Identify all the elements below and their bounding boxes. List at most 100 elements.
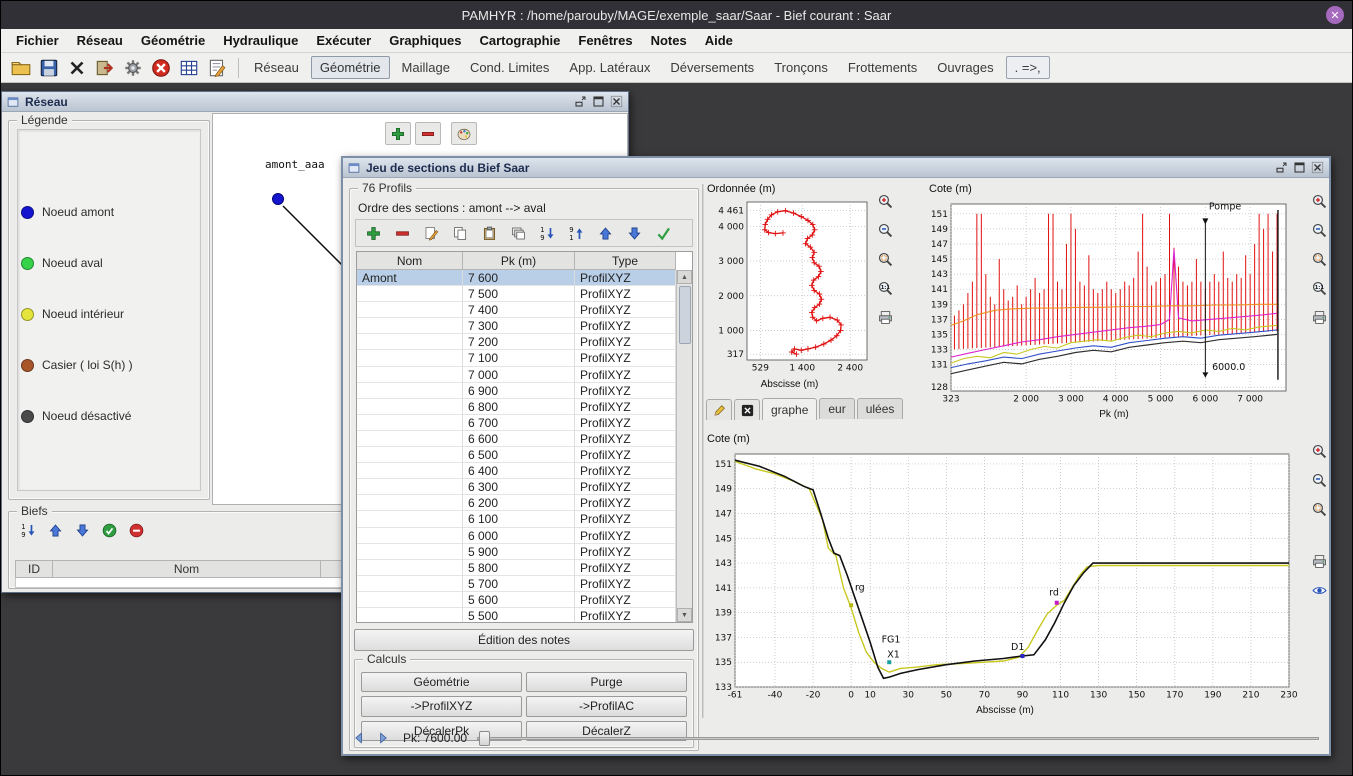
maximize-icon[interactable]: [1292, 160, 1307, 175]
sort-descending-button[interactable]: 19: [534, 221, 560, 245]
move-up-button[interactable]: [44, 520, 66, 540]
toolbar-button[interactable]: Maillage: [394, 57, 458, 78]
menu-item[interactable]: Fenêtres: [569, 31, 641, 50]
menu-item[interactable]: Fichier: [7, 31, 68, 50]
table-row[interactable]: 6 300ProfilXYZ: [357, 479, 676, 495]
table-row[interactable]: 7 200ProfilXYZ: [357, 334, 676, 350]
upstream-node[interactable]: [272, 193, 284, 205]
calc-button[interactable]: Géométrie: [361, 672, 522, 692]
duplicate-button[interactable]: [505, 221, 531, 245]
plot-tab[interactable]: graphe: [762, 398, 817, 420]
column-header[interactable]: Nom: [357, 252, 463, 270]
slider-thumb[interactable]: [479, 731, 490, 746]
toolbar-button[interactable]: App. Latéraux: [561, 57, 658, 78]
table-row[interactable]: 6 700ProfilXYZ: [357, 415, 676, 431]
calc-button[interactable]: ->ProfilXYZ: [361, 696, 522, 716]
table-row[interactable]: 6 900ProfilXYZ: [357, 383, 676, 399]
table-row[interactable]: 6 800ProfilXYZ: [357, 399, 676, 415]
sort-biefs-button[interactable]: 19: [17, 520, 39, 540]
toolbar-button[interactable]: Frottements: [840, 57, 925, 78]
toolbar-button[interactable]: Ouvrages: [929, 57, 1001, 78]
table-row[interactable]: 5 500ProfilXYZ: [357, 608, 676, 622]
table-row[interactable]: 6 100ProfilXYZ: [357, 511, 676, 527]
close-project-icon[interactable]: [66, 57, 88, 79]
move-down-button[interactable]: [621, 221, 647, 245]
paste-button[interactable]: [476, 221, 502, 245]
table-row[interactable]: 7 000ProfilXYZ: [357, 367, 676, 383]
palette-button[interactable]: [451, 122, 477, 145]
save-icon[interactable]: [38, 57, 60, 79]
calc-button[interactable]: Purge: [526, 672, 687, 692]
add-node-button[interactable]: [385, 122, 411, 145]
print-button[interactable]: [1306, 549, 1332, 573]
menu-item[interactable]: Cartographie: [470, 31, 569, 50]
zoom-out-button[interactable]: [872, 218, 898, 242]
toolbar-button[interactable]: Cond. Limites: [462, 57, 557, 78]
pk-slider[interactable]: [477, 729, 1321, 747]
sort-ascending-button[interactable]: 91: [563, 221, 589, 245]
menu-item[interactable]: Hydraulique: [214, 31, 307, 50]
zoom-reset-button[interactable]: 1:1: [1306, 276, 1332, 300]
next-section-button[interactable]: [373, 728, 393, 748]
grid-table-icon[interactable]: [178, 57, 200, 79]
settings-gear-icon[interactable]: [122, 57, 144, 79]
stop-icon[interactable]: [150, 57, 172, 79]
visibility-button[interactable]: [1306, 578, 1332, 602]
toolbar-button[interactable]: Tronçons: [766, 57, 836, 78]
disable-bief-button[interactable]: [125, 520, 147, 540]
calc-button[interactable]: ->ProfilAC: [526, 696, 687, 716]
zoom-in-button[interactable]: [1306, 189, 1332, 213]
zoom-out-button[interactable]: [1306, 218, 1332, 242]
zoom-in-button[interactable]: [1306, 439, 1332, 463]
table-row[interactable]: Amont7 600ProfilXYZ: [357, 270, 676, 286]
plot-tab[interactable]: eur: [819, 398, 854, 419]
long-profile-plot[interactable]: 3232 0003 0004 0005 0006 0007 0001511491…: [925, 197, 1303, 407]
sections-window-titlebar[interactable]: Jeu de sections du Bief Saar: [343, 158, 1329, 178]
plot-tab[interactable]: ulées: [857, 398, 904, 419]
menu-item[interactable]: Exécuter: [307, 31, 380, 50]
table-row[interactable]: 5 800ProfilXYZ: [357, 560, 676, 576]
scroll-up-icon[interactable]: ▲: [677, 270, 692, 284]
window-close-button[interactable]: ✕: [1326, 6, 1344, 24]
enable-bief-button[interactable]: [98, 520, 120, 540]
iconify-icon[interactable]: [573, 94, 588, 109]
table-row[interactable]: 7 100ProfilXYZ: [357, 350, 676, 366]
table-row[interactable]: 6 400ProfilXYZ: [357, 463, 676, 479]
zoom-select-button[interactable]: [872, 247, 898, 271]
table-row[interactable]: 5 600ProfilXYZ: [357, 592, 676, 608]
add-section-button[interactable]: [360, 221, 386, 245]
move-down-button[interactable]: [71, 520, 93, 540]
close-tab-button[interactable]: [734, 399, 760, 420]
copy-button[interactable]: [447, 221, 473, 245]
export-icon[interactable]: [94, 57, 116, 79]
table-row[interactable]: 6 600ProfilXYZ: [357, 431, 676, 447]
biefs-column-header[interactable]: ID: [15, 560, 53, 578]
close-icon[interactable]: [1310, 160, 1325, 175]
remove-node-button[interactable]: [415, 122, 441, 145]
plan-view-plot[interactable]: 5291 4002 4003171 0002 0003 0004 0004 46…: [705, 197, 874, 377]
iconify-icon[interactable]: [1274, 160, 1289, 175]
zoom-out-button[interactable]: [1306, 468, 1332, 492]
edit-section-button[interactable]: [418, 221, 444, 245]
window-titlebar[interactable]: PAMHYR : /home/parouby/MAGE/exemple_saar…: [1, 1, 1352, 29]
zoom-in-button[interactable]: [872, 189, 898, 213]
table-row[interactable]: 7 300ProfilXYZ: [357, 318, 676, 334]
table-row[interactable]: 6 000ProfilXYZ: [357, 528, 676, 544]
menu-item[interactable]: Géométrie: [132, 31, 214, 50]
table-scrollbar[interactable]: ▲ ▼: [676, 270, 692, 622]
menu-item[interactable]: Réseau: [68, 31, 132, 50]
reseau-window-titlebar[interactable]: Réseau: [2, 92, 628, 112]
split-divider[interactable]: [702, 184, 704, 718]
move-up-button[interactable]: [592, 221, 618, 245]
toolbar-button[interactable]: Géométrie: [311, 56, 390, 79]
menu-item[interactable]: Notes: [642, 31, 696, 50]
toolbar-button[interactable]: Réseau: [246, 57, 307, 78]
remove-section-button[interactable]: [389, 221, 415, 245]
zoom-select-button[interactable]: [1306, 497, 1332, 521]
print-button[interactable]: [1306, 305, 1332, 329]
table-row[interactable]: 7 400ProfilXYZ: [357, 302, 676, 318]
biefs-column-header[interactable]: Nom: [53, 560, 321, 578]
table-row[interactable]: 5 900ProfilXYZ: [357, 544, 676, 560]
menu-item[interactable]: Graphiques: [380, 31, 470, 50]
validate-button[interactable]: [650, 221, 676, 245]
